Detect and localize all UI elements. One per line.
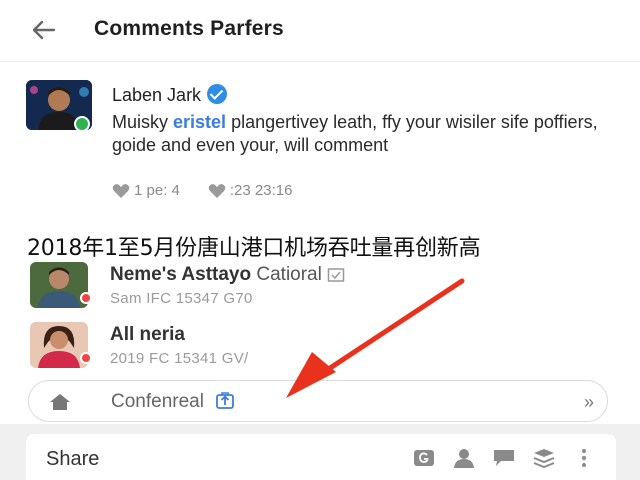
time-stamp: :23 23:16 xyxy=(229,182,293,199)
g-icon xyxy=(414,450,434,466)
calendar-icon xyxy=(327,268,345,282)
comment-body: Muisky eristel plangertivey leath, ffy y… xyxy=(112,111,612,157)
avatar[interactable] xyxy=(30,262,88,308)
page-title: Comments Parfers xyxy=(94,17,284,40)
user-name-text: All neria xyxy=(110,324,185,345)
person-icon xyxy=(454,449,474,468)
online-badge xyxy=(74,116,90,132)
heart-icon xyxy=(112,183,130,198)
layers-icon xyxy=(533,449,555,468)
comment-stats: 1 pe: 4 :23 23:16 xyxy=(112,182,292,199)
comment-author[interactable]: Laben Jark xyxy=(112,84,228,106)
avatar[interactable] xyxy=(30,322,88,368)
heart-icon xyxy=(208,183,226,198)
confenreal-button[interactable]: Confenreal » xyxy=(28,380,608,422)
person-button[interactable] xyxy=(452,447,476,469)
layers-button[interactable] xyxy=(532,447,556,469)
author-name: Laben Jark xyxy=(112,85,202,105)
user-row[interactable]: All neria 2019 FC 15341 GV/ xyxy=(30,322,610,372)
user-name: All neria xyxy=(110,324,185,346)
comment-text-before: Muisky xyxy=(112,112,174,132)
g-button[interactable] xyxy=(412,447,436,469)
user-meta: Sam IFC 15347 G70 xyxy=(110,290,253,307)
share-bar: Share xyxy=(26,434,616,480)
home-icon xyxy=(50,394,70,410)
share-icons xyxy=(412,447,596,469)
confenreal-label: Confenreal xyxy=(111,391,235,413)
status-badge xyxy=(80,352,92,364)
app-header: Comments Parfers xyxy=(0,0,640,62)
like-stat[interactable]: 1 pe: 4 xyxy=(112,182,180,199)
upload-icon xyxy=(216,392,235,409)
chevron-double-right-icon: » xyxy=(583,392,594,412)
user-meta: 2019 FC 15341 GV/ xyxy=(110,350,249,367)
user-name: Neme's Asttayo Catioral xyxy=(110,264,345,286)
back-arrow-icon xyxy=(32,20,56,40)
status-badge xyxy=(80,292,92,304)
back-button[interactable] xyxy=(28,16,60,44)
share-label: Share xyxy=(46,448,100,470)
more-icon xyxy=(582,449,586,467)
reply-stat[interactable]: :23 23:16 xyxy=(208,182,293,199)
chat-button[interactable] xyxy=(492,447,516,469)
like-count: 1 pe: 4 xyxy=(134,182,180,199)
chat-icon xyxy=(494,450,514,466)
comment-card: Laben Jark Muisky eristel plangertivey l… xyxy=(26,80,616,210)
mention-link[interactable]: eristel xyxy=(173,112,226,132)
user-name-text: Neme's Asttayo xyxy=(110,264,252,285)
user-subtitle: Catioral xyxy=(256,264,322,285)
user-row[interactable]: Neme's Asttayo Catioral Sam IFC 15347 G7… xyxy=(30,262,610,312)
more-button[interactable] xyxy=(572,447,596,469)
confenreal-text: Confenreal xyxy=(111,391,204,412)
verified-icon xyxy=(207,84,228,104)
overlay-caption: 2018年1至5月份唐山港口机场吞吐量再创新高 xyxy=(27,236,481,261)
